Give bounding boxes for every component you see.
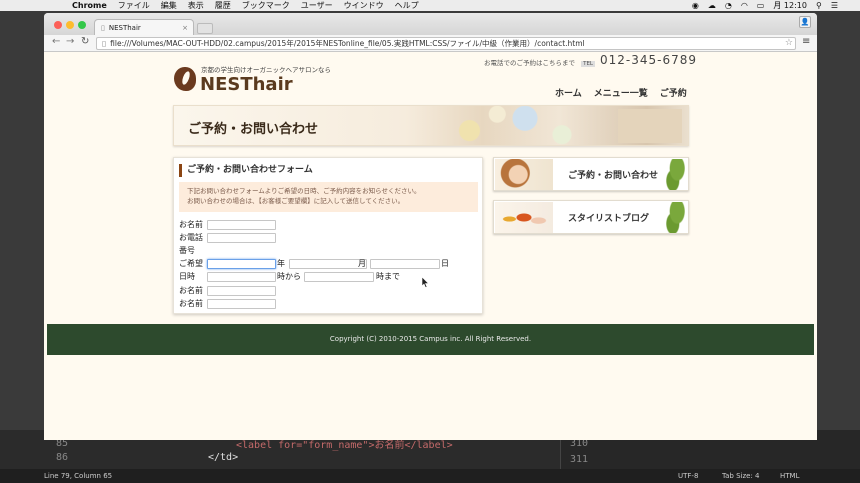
phone-field[interactable] bbox=[207, 233, 276, 243]
clock[interactable]: 月 12:10 bbox=[773, 0, 807, 11]
phone-number-label: 番号 bbox=[179, 246, 195, 255]
form-note: 下記お問い合わせフォームよりご希望の日時、ご予約内容をお知らせください。 お問い… bbox=[179, 182, 478, 212]
contact-form: ご予約・お問い合わせフォーム 下記お問い合わせフォームよりご希望の日時、ご予約内… bbox=[173, 157, 483, 314]
encoding-status[interactable]: UTF-8 bbox=[678, 472, 698, 480]
menu-app-name[interactable]: Chrome bbox=[72, 1, 107, 10]
name-field-3[interactable] bbox=[207, 299, 276, 309]
name-label: お名前 bbox=[179, 220, 203, 229]
forward-icon[interactable]: → bbox=[66, 36, 74, 47]
zoom-window-button[interactable] bbox=[78, 21, 86, 29]
cursor-position: Line 79, Column 65 bbox=[44, 472, 113, 480]
wifi-icon[interactable]: ◠ bbox=[741, 1, 748, 10]
name-field-2[interactable] bbox=[207, 286, 276, 296]
address-bar[interactable]: ▯ file:///Volumes/MAC-OUT-HDD/02.campus/… bbox=[96, 37, 796, 50]
tab-title: NESThair bbox=[108, 23, 141, 32]
banner-flowers-image bbox=[414, 106, 599, 147]
name-label-3: お名前 bbox=[179, 299, 203, 308]
back-icon[interactable]: ← bbox=[52, 36, 60, 47]
global-nav: ホーム メニュー一覧 ご予約 bbox=[555, 86, 687, 99]
time-machine-icon[interactable]: ◔ bbox=[725, 1, 732, 10]
day-unit: 日 bbox=[441, 259, 449, 268]
page-banner: ご予約・お問い合わせ bbox=[173, 105, 689, 147]
copyright: Copyright (C) 2010-2015 Campus inc. All … bbox=[329, 335, 532, 343]
spotlight-icon[interactable]: ⚲ bbox=[816, 1, 822, 10]
syntax-status[interactable]: HTML bbox=[780, 472, 799, 480]
banner-card-image bbox=[618, 109, 682, 143]
file-icon: ▯ bbox=[102, 39, 107, 48]
minimize-window-button[interactable] bbox=[66, 21, 74, 29]
phone-label: お電話 bbox=[179, 233, 203, 242]
leaf-icon bbox=[664, 159, 686, 190]
hour-from-field[interactable] bbox=[207, 272, 276, 282]
products-photo bbox=[495, 202, 553, 233]
chrome-menu-icon[interactable]: ≡ bbox=[802, 36, 810, 47]
line-number: 311 bbox=[570, 454, 589, 465]
side-blog-label: スタイリストブログ bbox=[568, 214, 650, 224]
cloud-icon[interactable]: ☁ bbox=[708, 1, 716, 10]
year-field[interactable] bbox=[207, 259, 276, 269]
tel-badge: TEL bbox=[581, 61, 595, 67]
name-label-2: お名前 bbox=[179, 286, 203, 295]
editor-status-bar: Line 79, Column 65 UTF-8 Tab Size: 4 HTM… bbox=[0, 469, 860, 483]
tel-number: 012-345-6789 bbox=[600, 53, 698, 67]
menu-view[interactable]: 表示 bbox=[188, 0, 204, 11]
new-tab-button[interactable] bbox=[197, 23, 213, 34]
tel-note: お電話でのご予約はこちらまで TEL bbox=[484, 59, 595, 67]
browser-titlebar[interactable]: ▯ NESThair × 👤 bbox=[44, 13, 817, 35]
code-line[interactable]: </td> bbox=[208, 452, 238, 463]
browser-tab[interactable]: ▯ NESThair × bbox=[94, 19, 194, 35]
menu-edit[interactable]: 編集 bbox=[161, 0, 177, 11]
until-unit: 時まで bbox=[376, 272, 400, 281]
line-number: 86 bbox=[56, 452, 69, 463]
tab-size-status[interactable]: Tab Size: 4 bbox=[722, 472, 759, 480]
side-banner-blog[interactable]: スタイリストブログ bbox=[493, 200, 689, 234]
bookmark-star-icon[interactable]: ☆ bbox=[785, 38, 793, 48]
menu-help[interactable]: ヘルプ bbox=[395, 0, 419, 11]
menu-window[interactable]: ウインドウ bbox=[344, 0, 384, 11]
month-unit: 月 bbox=[358, 259, 366, 268]
notification-center-icon[interactable]: ☰ bbox=[831, 1, 838, 10]
browser-window: ▯ NESThair × 👤 ← → ↻ ▯ file:///Volumes/M… bbox=[44, 13, 817, 440]
webpage: お電話でのご予約はこちらまで TEL 012-345-6789 京都の学生向けオ… bbox=[47, 53, 814, 440]
year-unit: 年 bbox=[277, 259, 285, 268]
page-icon: ▯ bbox=[101, 23, 105, 32]
from-unit: 時から bbox=[277, 272, 301, 281]
browser-toolbar: ← → ↻ ▯ file:///Volumes/MAC-OUT-HDD/02.c… bbox=[44, 35, 817, 52]
hour-until-field[interactable] bbox=[304, 272, 374, 282]
menu-file[interactable]: ファイル bbox=[118, 0, 150, 11]
leaf-icon bbox=[664, 202, 686, 233]
nav-menu-list[interactable]: メニュー一覧 bbox=[594, 86, 648, 99]
close-window-button[interactable] bbox=[54, 21, 62, 29]
mouse-cursor-icon bbox=[422, 277, 429, 288]
nav-reservation[interactable]: ご予約 bbox=[660, 86, 687, 99]
tagline: 京都の学生向けオーガニックヘアサロンなら bbox=[201, 66, 331, 74]
day-field[interactable] bbox=[370, 259, 440, 269]
name-field[interactable] bbox=[207, 220, 276, 230]
site-footer: Copyright (C) 2010-2015 Campus inc. All … bbox=[47, 324, 814, 355]
side-contact-label: ご予約・お問い合わせ bbox=[568, 171, 659, 181]
battery-icon[interactable]: ▭ bbox=[757, 1, 765, 10]
side-banner-contact[interactable]: ご予約・お問い合わせ bbox=[493, 157, 689, 191]
reload-icon[interactable]: ↻ bbox=[81, 36, 89, 47]
wish-label: ご希望 bbox=[179, 259, 203, 268]
menu-bookmarks[interactable]: ブックマーク bbox=[242, 0, 290, 11]
stylist-photo bbox=[495, 159, 553, 190]
logo-icon[interactable] bbox=[174, 67, 196, 91]
record-icon[interactable]: ◉ bbox=[692, 1, 699, 10]
page-title: ご予約・お問い合わせ bbox=[188, 122, 319, 137]
month-field[interactable] bbox=[289, 259, 367, 269]
tab-close-icon[interactable]: × bbox=[182, 24, 188, 32]
profile-icon[interactable]: 👤 bbox=[799, 16, 811, 28]
mac-menubar: Chrome ファイル 編集 表示 履歴 ブックマーク ユーザー ウインドウ ヘ… bbox=[0, 0, 860, 11]
menu-history[interactable]: 履歴 bbox=[215, 0, 231, 11]
url-text: file:///Volumes/MAC-OUT-HDD/02.campus/20… bbox=[110, 39, 585, 48]
datetime-label: 日時 bbox=[179, 272, 195, 281]
menu-people[interactable]: ユーザー bbox=[301, 0, 333, 11]
site-logo[interactable]: NESThair bbox=[200, 74, 293, 95]
nav-home[interactable]: ホーム bbox=[555, 86, 582, 99]
form-title: ご予約・お問い合わせフォーム bbox=[179, 164, 313, 177]
